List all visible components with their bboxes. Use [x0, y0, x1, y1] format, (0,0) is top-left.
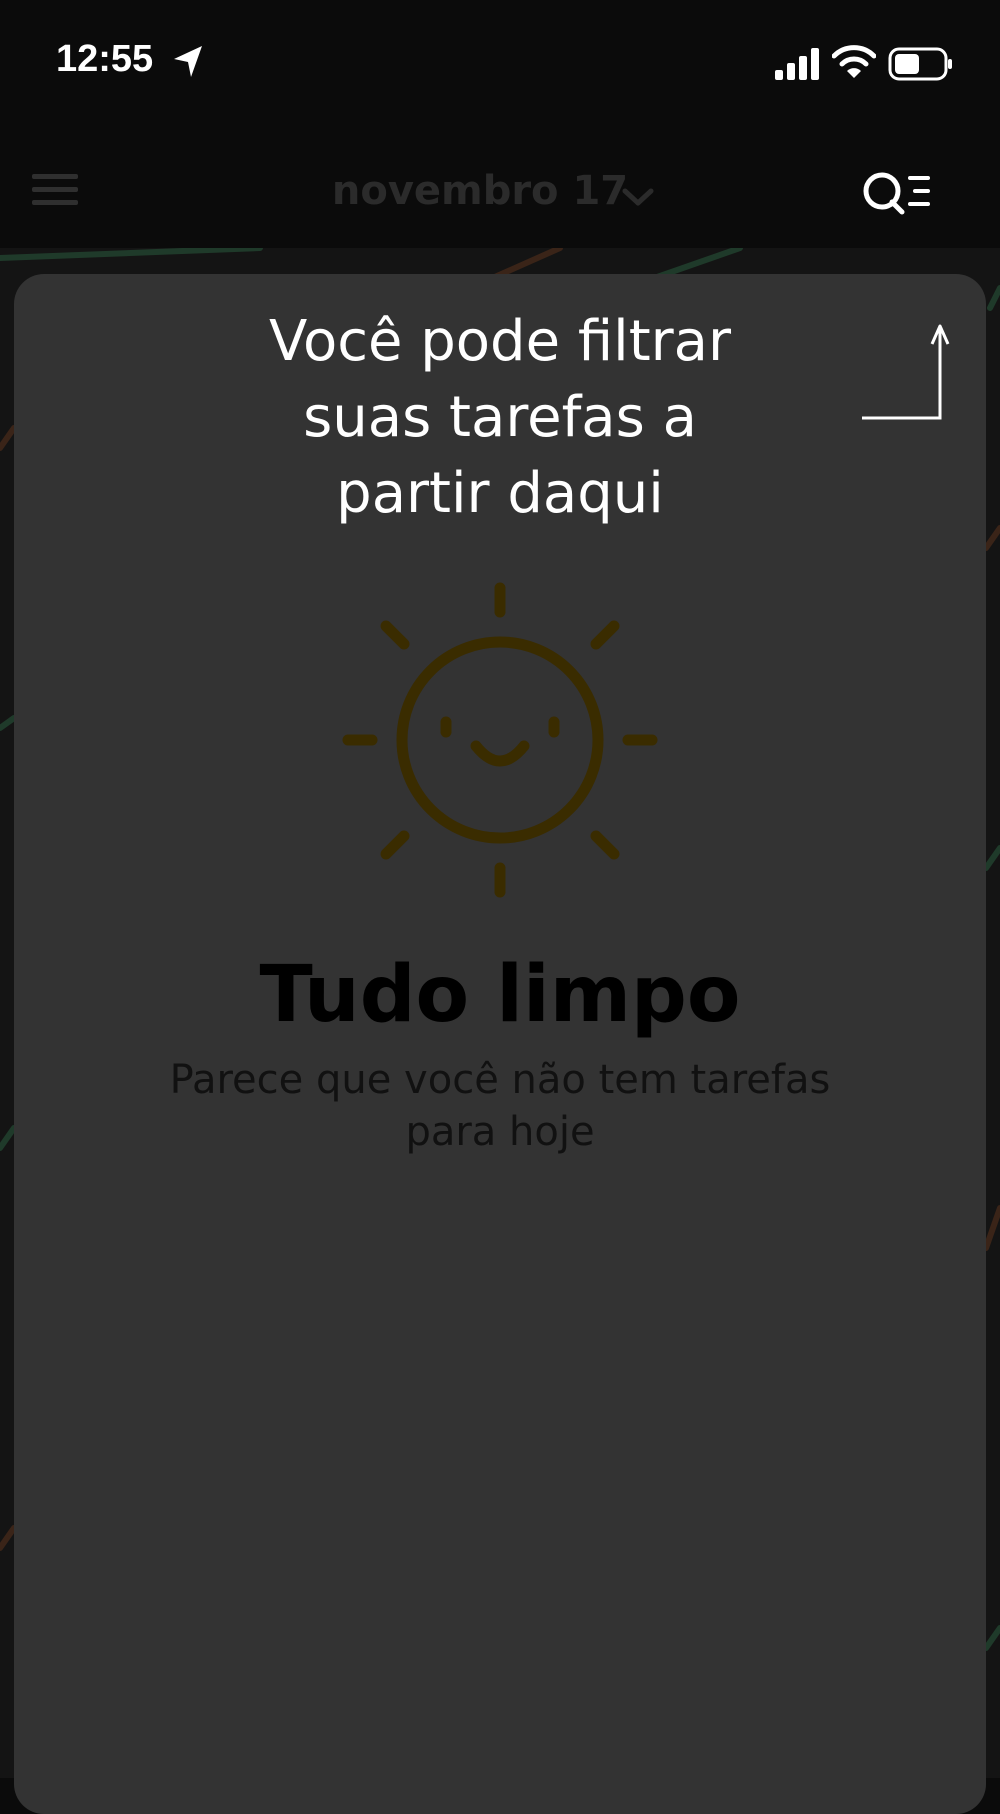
empty-state-title: Tudo limpo	[259, 950, 741, 1040]
tooltip-line-3: partir daqui	[336, 461, 664, 526]
status-bar: 12:55	[0, 0, 1000, 130]
subtitle-line-2: para hoje	[405, 1109, 595, 1155]
battery-icon	[888, 47, 952, 81]
wifi-icon	[832, 45, 876, 78]
search-filter-icon[interactable]	[860, 166, 936, 222]
onboarding-tooltip: Você pode filtrar suas tarefas a partir …	[150, 304, 850, 532]
hamburger-menu-icon[interactable]	[30, 170, 80, 210]
smiling-sun-icon	[342, 582, 658, 898]
chevron-down-icon[interactable]	[620, 184, 656, 210]
date-selector[interactable]: novembro 17	[300, 168, 660, 214]
cellular-signal-icon	[775, 48, 819, 80]
status-time: 12:55	[56, 38, 154, 80]
empty-state-subtitle: Parece que você não tem tarefas para hoj…	[110, 1054, 890, 1158]
tooltip-line-2: suas tarefas a	[303, 385, 697, 450]
tooltip-line-1: Você pode filtrar	[268, 309, 732, 374]
pointer-arrow-icon	[862, 324, 950, 420]
app-header: novembro 17	[0, 130, 1000, 250]
subtitle-line-1: Parece que você não tem tarefas	[169, 1057, 831, 1103]
location-arrow-icon	[174, 46, 202, 77]
date-label: novembro 17	[331, 168, 629, 214]
